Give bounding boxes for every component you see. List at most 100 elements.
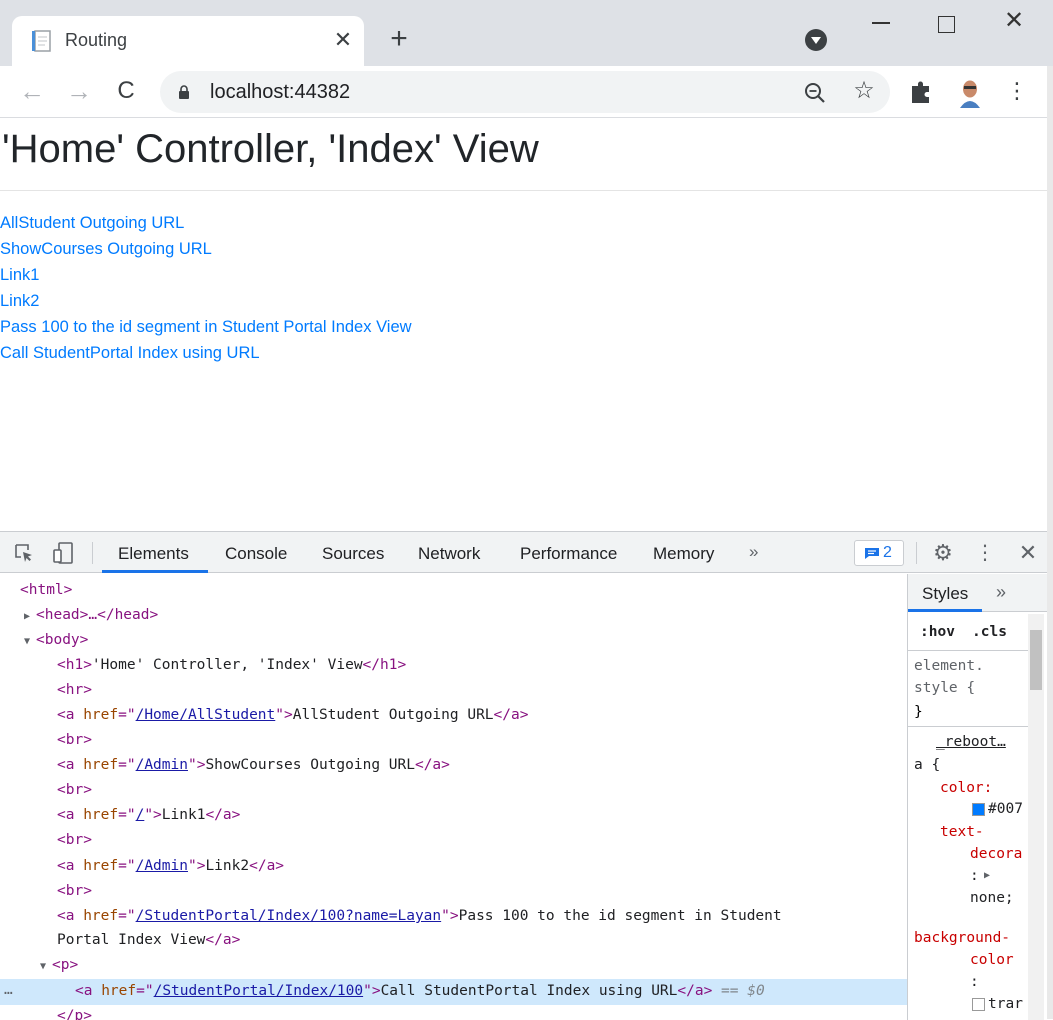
minimize-icon[interactable] <box>864 8 898 34</box>
tab-sources[interactable]: Sources <box>322 544 384 564</box>
dom-node-br[interactable]: <br> <box>57 732 92 748</box>
active-tab-indicator <box>102 570 208 573</box>
dom-node-p[interactable]: ▼ <p> <box>40 957 78 973</box>
maximize-icon[interactable] <box>928 8 962 34</box>
tab-search-icon[interactable] <box>805 29 827 51</box>
dom-node-br[interactable]: <br> <box>57 782 92 798</box>
tab-console[interactable]: Console <box>225 544 287 564</box>
zoom-icon[interactable] <box>802 80 828 106</box>
lock-icon <box>179 85 189 99</box>
color-swatch[interactable] <box>972 803 985 816</box>
devtools-menu-icon[interactable]: ⋮ <box>975 540 995 566</box>
horizontal-rule <box>0 190 1047 191</box>
dom-node-br[interactable]: <br> <box>57 832 92 848</box>
dom-node-a[interactable]: <a href="/Home/AllStudent">AllStudent Ou… <box>57 707 528 723</box>
styles-scrollbar[interactable] <box>1028 614 1044 1020</box>
back-button[interactable]: ← <box>16 76 48 108</box>
url-text[interactable]: localhost:44382 <box>210 81 350 104</box>
page-content: 'Home' Controller, 'Index' View AllStude… <box>0 119 1047 531</box>
tab-memory[interactable]: Memory <box>653 544 714 564</box>
transparent-value[interactable]: trar <box>988 996 1023 1012</box>
prop-text-decoration[interactable]: text- <box>940 824 984 840</box>
browser-menu-icon[interactable]: ⋮ <box>1006 76 1028 106</box>
elements-tree: <html> ▶ <head>…</head> ▼ <body> <h1>'Home… <box>0 574 907 1020</box>
prop-background-color[interactable]: background- <box>914 930 1010 946</box>
tab-network[interactable]: Network <box>418 544 480 564</box>
dom-node-h1[interactable]: <h1>'Home' Controller, 'Index' View</h1> <box>57 657 406 673</box>
devtools-close-icon[interactable]: ✕ <box>1015 540 1041 566</box>
dom-node-html[interactable]: <html> <box>20 582 72 598</box>
prop-text-decoration-cont: decora <box>970 846 1023 862</box>
issues-button[interactable]: 2 <box>854 540 904 566</box>
color-value[interactable]: #007 <box>988 801 1023 817</box>
tab-close-icon[interactable]: ✕ <box>330 26 356 54</box>
class-toggle[interactable]: .cls <box>972 624 1007 640</box>
dom-node-a[interactable]: <a href="/Admin">Link2</a> <box>57 858 284 874</box>
close-brace: } <box>914 704 923 720</box>
dom-node-hr[interactable]: <hr> <box>57 682 92 698</box>
none-value[interactable]: none; <box>970 890 1014 906</box>
adjacent-window-edge <box>1047 66 1053 1019</box>
browser-tab[interactable]: Routing ✕ <box>12 16 364 66</box>
message-icon <box>865 548 879 559</box>
forward-button[interactable]: → <box>63 76 95 108</box>
selected-marker: == $0 <box>721 983 765 999</box>
inspect-element-icon[interactable] <box>14 543 34 563</box>
more-tabs-icon[interactable]: » <box>749 542 758 562</box>
collapse-triangle-icon[interactable]: ▼ <box>40 961 52 972</box>
window-close-icon[interactable]: ✕ <box>996 6 1032 36</box>
link-pass-100[interactable]: Pass 100 to the id segment in Student Po… <box>0 318 412 337</box>
styles-header: Styles » <box>908 574 1047 612</box>
hover-state-toggle[interactable]: :hov <box>920 624 955 640</box>
dom-node-a[interactable]: <a href="/">Link1</a> <box>57 807 240 823</box>
issues-count: 2 <box>883 544 892 561</box>
toolbar-divider <box>916 542 917 564</box>
dom-node-a-continued[interactable]: Portal Index View</a> <box>57 932 240 948</box>
divider <box>908 650 1028 651</box>
prop-color[interactable]: color: <box>940 780 992 796</box>
colon: : <box>970 974 979 990</box>
element-style-selector: element. <box>914 658 984 674</box>
devtools-tabbar: Elements Console Sources Network Perform… <box>0 532 1047 573</box>
tab-title: Routing <box>65 30 128 50</box>
tab-elements[interactable]: Elements <box>118 544 189 564</box>
link-link2[interactable]: Link2 <box>0 292 39 311</box>
address-bar[interactable]: localhost:44382 ☆ <box>160 71 890 113</box>
transparent-swatch[interactable] <box>972 998 985 1011</box>
new-tab-button[interactable]: + <box>384 24 414 54</box>
dom-node-a-selected[interactable]: <a href="/StudentPortal/Index/100">Call … <box>75 983 765 999</box>
link-showcourses[interactable]: ShowCourses Outgoing URL <box>0 240 212 259</box>
rule-selector: a { <box>914 757 941 773</box>
element-style-selector-cont: style { <box>914 680 976 696</box>
link-call-studentportal[interactable]: Call StudentPortal Index using URL <box>0 344 260 363</box>
reload-button[interactable]: C <box>110 76 142 108</box>
colon: : <box>970 868 979 884</box>
node-actions-ellipsis[interactable]: … <box>4 982 13 998</box>
scrollbar-thumb[interactable] <box>1030 630 1042 690</box>
dom-node-body[interactable]: ▼ <body> <box>24 632 88 648</box>
dom-node-a[interactable]: <a href="/Admin">ShowCourses Outgoing UR… <box>57 757 450 773</box>
expand-triangle-icon[interactable]: ▶ <box>24 611 36 622</box>
dom-node-br[interactable]: <br> <box>57 883 92 899</box>
browser-toolbar: ← → C localhost:44382 ☆ ⋮ <box>0 66 1053 118</box>
link-link1[interactable]: Link1 <box>0 266 39 285</box>
settings-gear-icon[interactable]: ⚙ <box>930 540 956 566</box>
prop-background-color-cont: color <box>970 952 1014 968</box>
bookmark-star-icon[interactable]: ☆ <box>850 77 878 105</box>
document-icon <box>32 30 51 52</box>
expand-triangle-icon[interactable]: ▶ <box>984 870 990 881</box>
style-source-link[interactable]: _reboot… <box>936 734 1006 750</box>
link-allstudent[interactable]: AllStudent Outgoing URL <box>0 214 184 233</box>
collapse-triangle-icon[interactable]: ▼ <box>24 636 36 647</box>
more-panes-icon[interactable]: » <box>996 582 1006 603</box>
extensions-icon[interactable] <box>908 78 936 106</box>
device-toolbar-icon[interactable] <box>52 541 76 565</box>
devtools-panel: Elements Console Sources Network Perform… <box>0 531 1047 1020</box>
tab-strip: Routing ✕ + ✕ <box>0 0 1053 66</box>
tab-performance[interactable]: Performance <box>520 544 617 564</box>
tab-styles[interactable]: Styles <box>922 584 968 604</box>
profile-avatar[interactable] <box>956 78 984 108</box>
dom-node-a[interactable]: <a href="/StudentPortal/Index/100?name=L… <box>57 908 782 924</box>
dom-node-head[interactable]: ▶ <head>…</head> <box>24 607 158 623</box>
dom-node-p-close[interactable]: </p> <box>57 1008 92 1020</box>
